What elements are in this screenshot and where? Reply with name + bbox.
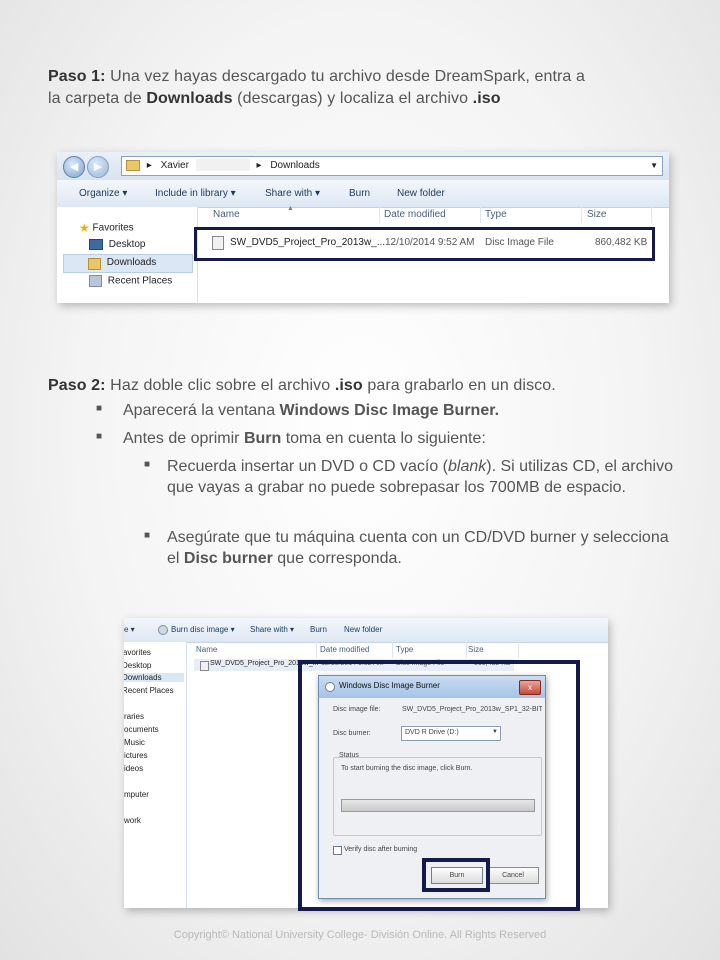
column-size[interactable]: Size: [587, 207, 652, 223]
navigation-pane: ★ Favorites Desktop Downloads Recent Pla…: [57, 207, 198, 303]
sub-bullet-1-italic: blank: [448, 458, 487, 475]
step2-iso: .iso: [334, 377, 363, 394]
organize-button-2[interactable]: e ▾: [124, 625, 135, 634]
nav-recent-places[interactable]: Recent Places: [89, 275, 172, 287]
burn-disc-image-label: Burn disc image ▾: [171, 625, 235, 635]
chevron-right-icon: ▸: [146, 160, 152, 171]
new-folder-button-2[interactable]: New folder: [344, 625, 382, 634]
disc-icon: [158, 625, 168, 635]
nav-downloads[interactable]: Downloads: [63, 254, 193, 273]
sub-bullet-2: Asegúrate que tu máquina cuenta con un C…: [167, 527, 682, 569]
nav-favorites-label: Favorites: [92, 222, 134, 234]
step1-text-b: la carpeta de: [48, 90, 147, 107]
nav2-network[interactable]: work: [124, 816, 141, 825]
nav2-downloads[interactable]: Downloads: [124, 673, 184, 682]
star-icon: ★: [79, 221, 90, 235]
step1-downloads: Downloads: [146, 90, 233, 107]
nav2-computer[interactable]: mputer: [124, 790, 149, 799]
share-with-button[interactable]: Share with ▾: [265, 188, 320, 199]
burn-button[interactable]: Burn: [349, 188, 370, 199]
column2-type[interactable]: Type: [396, 642, 467, 658]
step1-line1: Paso 1: Una vez hayas descargado tu arch…: [48, 66, 585, 87]
nav-desktop[interactable]: Desktop: [89, 239, 145, 250]
nav-desktop-label: Desktop: [108, 239, 146, 251]
navigation-pane-2: Favorites Desktop Downloads Recent Place…: [124, 642, 187, 908]
column-type[interactable]: Type: [485, 207, 582, 223]
column2-size[interactable]: Size: [468, 642, 519, 658]
column-date-modified[interactable]: Date modified: [384, 207, 481, 223]
bullet-2: Antes de oprimir Burn toma en cuenta lo …: [123, 428, 486, 449]
bullet-square-icon: ■: [144, 530, 151, 541]
bullet-2-text-b: toma en cuenta lo siguiente:: [281, 430, 486, 447]
sub-bullet-1-text-a: Recuerda insertar un DVD o CD vacío (: [167, 458, 448, 475]
chevron-right-icon: ▸: [256, 160, 262, 171]
nav2-desktop[interactable]: Desktop: [124, 661, 151, 670]
explorer-screenshot-1: ◀ ▶ ▸ Xavier ▸ Downloads ▼ Organize ▾ In…: [57, 152, 669, 303]
step2-text-b: para grabarlo en un disco.: [362, 377, 556, 394]
folder-icon: [126, 159, 140, 171]
forward-icon[interactable]: ▶: [87, 156, 109, 178]
chevron-down-icon[interactable]: ▼: [650, 157, 658, 175]
bullet-2-text-a: Antes de oprimir: [123, 430, 244, 447]
share-with-button-2[interactable]: Share with ▾: [250, 625, 294, 634]
column-name[interactable]: Name: [213, 207, 380, 223]
path-folder[interactable]: Downloads: [270, 160, 319, 171]
downloads-folder-icon: [88, 258, 101, 270]
bullet-square-icon: ■: [96, 403, 103, 414]
sub-bullet-2-text-b: que corresponda.: [272, 550, 402, 567]
include-in-library-button[interactable]: Include in library ▾: [155, 188, 236, 199]
step1-label: Paso 1:: [48, 68, 106, 85]
command-bar: Organize ▾ Include in library ▾ Share wi…: [57, 180, 669, 208]
burn-disc-image-button[interactable]: Burn disc image ▾: [158, 625, 235, 635]
organize-button[interactable]: Organize ▾: [79, 188, 127, 199]
command-bar-2: e ▾ Burn disc image ▾ Share with ▾ Burn …: [124, 618, 608, 643]
sub-bullet-2-bold: Disc burner: [183, 550, 273, 567]
nav-recent-places-label: Recent Places: [107, 275, 173, 287]
step2-line: Paso 2: Haz doble clic sobre el archivo …: [48, 375, 556, 396]
bullet-1-text: Aparecerá la ventana: [123, 402, 280, 419]
nav2-recent-places[interactable]: Recent Places: [124, 686, 174, 695]
nav2-pictures[interactable]: ictures: [124, 751, 148, 760]
address-path[interactable]: ▸ Xavier ▸ Downloads ▼: [121, 156, 663, 176]
recent-places-icon: [89, 275, 102, 287]
bullet-1: Aparecerá la ventana Windows Disc Image …: [123, 400, 499, 421]
address-bar: ◀ ▶ ▸ Xavier ▸ Downloads ▼: [57, 152, 669, 181]
bullet-square-icon: ■: [96, 431, 103, 442]
step1-text-c: (descargas) y localiza el archivo: [232, 90, 473, 107]
bullet-square-icon: ■: [144, 459, 151, 470]
path-redacted: [195, 159, 250, 172]
nav2-videos[interactable]: ideos: [124, 764, 143, 773]
bullet-2-bold: Burn: [243, 430, 282, 447]
disc-image-icon: [200, 661, 209, 671]
burn-highlight-box: [422, 858, 490, 892]
file-highlight-box: [194, 227, 655, 261]
step1-text-a: Una vez hayas descargado tu archivo desd…: [105, 68, 585, 85]
copyright-footer: Copyright© National University College- …: [173, 929, 547, 941]
desktop-icon: [89, 239, 103, 250]
nav2-favorites[interactable]: Favorites: [124, 648, 151, 657]
step1-iso: .iso: [472, 90, 501, 107]
step1-line2: la carpeta de Downloads (descargas) y lo…: [48, 88, 501, 109]
sub-bullet-1: Recuerda insertar un DVD o CD vacío (bla…: [167, 456, 682, 498]
nav2-music[interactable]: Music: [124, 738, 145, 747]
column2-name[interactable]: Name: [196, 642, 317, 658]
back-icon[interactable]: ◀: [63, 156, 85, 178]
column2-date[interactable]: Date modified: [320, 642, 393, 658]
burn-button-2[interactable]: Burn: [310, 625, 327, 634]
step2-label: Paso 2:: [48, 377, 106, 394]
nav-downloads-label: Downloads: [106, 257, 157, 269]
path-user[interactable]: Xavier: [161, 160, 189, 171]
bullet-1-bold: Windows Disc Image Burner.: [279, 402, 500, 419]
nav-favorites[interactable]: ★ Favorites: [79, 221, 134, 235]
nav2-libraries[interactable]: raries: [124, 712, 144, 721]
step2-text-a: Haz doble clic sobre el archivo: [105, 377, 335, 394]
new-folder-button[interactable]: New folder: [397, 188, 445, 199]
nav2-documents[interactable]: ocuments: [124, 725, 159, 734]
